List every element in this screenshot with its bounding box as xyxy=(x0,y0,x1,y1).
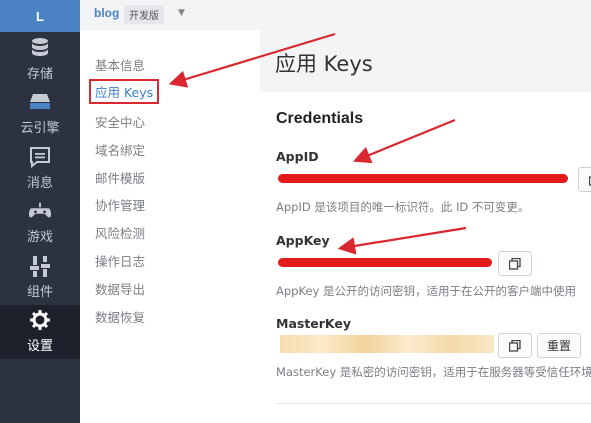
rail-item-settings[interactable]: 设置 xyxy=(0,304,80,359)
message-icon xyxy=(29,146,51,168)
rail-item-components[interactable]: 组件 xyxy=(0,250,80,305)
rail-item-label: 存储 xyxy=(26,66,53,82)
page-title: 应用 Keys xyxy=(275,52,373,76)
appkey-description: AppKey 是公开的访问密钥，适用于在公开的客户端中使用 xyxy=(276,284,576,298)
appkey-label: AppKey xyxy=(276,233,330,248)
rail-item-label: 组件 xyxy=(26,284,53,300)
cloud-engine-icon xyxy=(29,91,51,113)
rail-item-label: 消息 xyxy=(26,175,53,191)
divider xyxy=(276,403,591,404)
card-title: Credentials xyxy=(276,110,364,127)
subnav-item-collaboration[interactable]: 协作管理 xyxy=(95,195,145,214)
main-sidebar: L 存储 云引擎 消息 游戏 组件 设置 xyxy=(0,0,80,423)
subnav-item-logs[interactable]: 操作日志 xyxy=(95,251,145,270)
top-bar: blog 开发版 ▼ xyxy=(80,0,591,30)
appid-value-redacted[interactable] xyxy=(278,174,568,183)
chevron-down-icon[interactable]: ▼ xyxy=(178,8,185,18)
page-header: 应用 Keys xyxy=(260,30,591,92)
rail-item-message[interactable]: 消息 xyxy=(0,141,80,196)
rail-item-label: 云引擎 xyxy=(20,121,60,137)
subnav-item-app-keys[interactable]: 应用 Keys xyxy=(89,79,160,104)
app-selector[interactable]: blog xyxy=(94,6,119,20)
masterkey-label: MasterKey xyxy=(276,316,352,331)
settings-subnav: 基本信息 应用 Keys 安全中心 域名绑定 邮件模版 协作管理 风险检测 操作… xyxy=(80,30,260,423)
subnav-item-risk[interactable]: 风险检测 xyxy=(95,223,145,242)
gamepad-icon xyxy=(29,200,51,222)
subnav-item-domain[interactable]: 域名绑定 xyxy=(95,140,145,159)
main-content: Credentials AppID AppID 是该项目的唯一标识符。此 ID … xyxy=(260,92,591,423)
subnav-item-email-template[interactable]: 邮件模版 xyxy=(95,168,145,187)
credentials-card: Credentials AppID AppID 是该项目的唯一标识符。此 ID … xyxy=(260,92,591,423)
gear-icon xyxy=(29,309,51,331)
reset-masterkey-button[interactable]: 重置 xyxy=(537,333,581,358)
copy-icon xyxy=(509,257,521,270)
components-icon xyxy=(29,255,51,277)
copy-masterkey-button[interactable] xyxy=(498,333,532,358)
rail-item-cloud-engine[interactable]: 云引擎 xyxy=(0,87,80,142)
rail-item-storage[interactable]: 存储 xyxy=(0,32,80,87)
env-badge: 开发版 xyxy=(124,5,164,24)
subnav-item-basic-info[interactable]: 基本信息 xyxy=(95,55,145,74)
rail-item-game[interactable]: 游戏 xyxy=(0,196,80,251)
rail-item-label: 设置 xyxy=(26,339,53,355)
subnav-item-export[interactable]: 数据导出 xyxy=(95,279,145,298)
copy-appid-button[interactable] xyxy=(578,167,591,192)
appkey-value-redacted[interactable] xyxy=(278,258,492,267)
copy-icon xyxy=(509,339,521,352)
masterkey-value-blurred[interactable] xyxy=(280,335,494,353)
appid-description: AppID 是该项目的唯一标识符。此 ID 不可变更。 xyxy=(276,200,530,214)
subnav-item-restore[interactable]: 数据恢复 xyxy=(95,307,145,326)
appid-label: AppID xyxy=(276,149,319,164)
app-logo[interactable]: L xyxy=(0,0,80,32)
masterkey-description: MasterKey 是私密的访问密钥，适用于在服务器等受信任环境 xyxy=(276,365,591,379)
subnav-item-security[interactable]: 安全中心 xyxy=(95,112,145,131)
copy-appkey-button[interactable] xyxy=(498,251,532,276)
database-icon xyxy=(29,37,51,59)
rail-item-label: 游戏 xyxy=(26,230,53,246)
